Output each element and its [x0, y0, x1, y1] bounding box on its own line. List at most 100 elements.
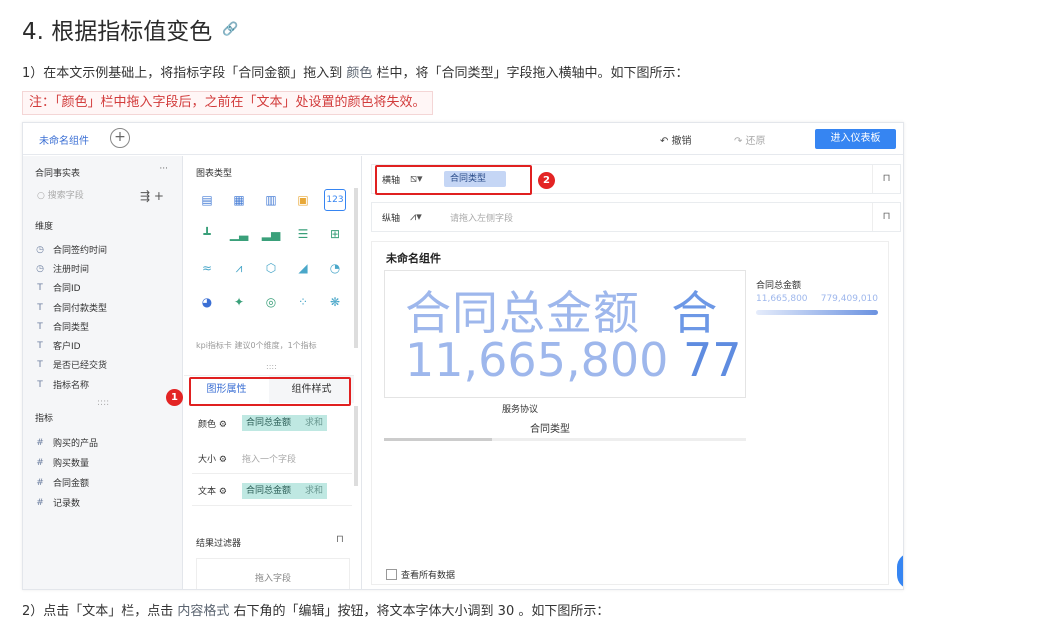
stacked-bar-icon[interactable]: ☰	[292, 223, 314, 245]
range-chart-icon[interactable]: ⊞	[324, 223, 346, 245]
chart-h-scrollbar[interactable]	[384, 438, 746, 441]
resize-handle[interactable]: ::::	[97, 398, 109, 408]
lock-icon[interactable]: ⊓	[336, 534, 344, 545]
color-row[interactable]: 颜色 ⚙ 合同总金额 求和	[192, 412, 352, 434]
lock-icon[interactable]: ⊓	[872, 203, 900, 231]
color-field-pill[interactable]: 合同总金额 求和	[242, 415, 328, 431]
pie-chart-icon[interactable]: ◕	[196, 291, 218, 313]
field-item[interactable]: T 是否已经交货	[35, 358, 107, 372]
field-label: 购买的产品	[53, 439, 99, 449]
checkbox-box[interactable]	[386, 569, 397, 580]
floating-button[interactable]	[897, 553, 903, 589]
donut-chart-icon[interactable]: ◎	[260, 291, 282, 313]
field-label: 记录数	[53, 499, 81, 509]
table-chart-icon[interactable]: ▤	[196, 189, 218, 211]
more-icon[interactable]: ···	[159, 164, 168, 174]
text-type-icon: T	[37, 340, 43, 351]
cross-table-icon[interactable]: ▦	[228, 189, 250, 211]
axis-type-icon[interactable]: ⩘▾	[410, 210, 440, 224]
panel-scrollbar[interactable]	[354, 406, 358, 486]
legend-min: 11,665,800	[756, 294, 808, 304]
y-axis-row[interactable]: 纵轴 ⩘▾ 请拖入左侧字段 ⊓	[371, 202, 901, 232]
x-axis-title: 合同类型	[530, 424, 570, 435]
field-item[interactable]: T 合同付款类型	[35, 301, 108, 315]
bar-chart-icon[interactable]: ┻	[196, 223, 218, 245]
clock-icon: ◷	[36, 263, 44, 274]
warning-note: 注：「颜色」栏中拖入字段后，之前在「文本」处设置的颜色将失效。	[22, 91, 433, 115]
field-item[interactable]: T 合同ID	[35, 281, 81, 295]
view-all-data-checkbox[interactable]: 查看所有数据	[386, 568, 455, 581]
field-item[interactable]: # 记录数	[35, 496, 81, 510]
field-item[interactable]: ◷ 注册时间	[35, 262, 90, 276]
wave-chart-icon[interactable]: ≈	[196, 257, 218, 279]
legend-gradient-bar[interactable]	[756, 310, 878, 315]
p1-highlight: 颜色	[346, 66, 373, 81]
step-badge-1: 1	[166, 389, 183, 406]
size-placeholder: 拖入一个字段	[242, 455, 297, 465]
grouped-column-icon[interactable]: ▂▅	[260, 223, 282, 245]
number-type-icon: #	[36, 497, 44, 508]
text-row[interactable]: 文本 ⚙ 合同总金额 求和	[192, 476, 352, 506]
size-row[interactable]: 大小 ⚙ 拖入一个字段	[192, 444, 352, 474]
field-label: 指标名称	[53, 381, 90, 391]
area-chart-icon[interactable]: ◢	[292, 257, 314, 279]
field-item[interactable]: # 合同金额	[35, 476, 89, 490]
add-field-icon[interactable]: ⇶ +	[140, 189, 164, 203]
column-chart-icon[interactable]: ▁▃	[228, 223, 250, 245]
chart-hint: kpi指标卡 建议0个维度，1个指标	[196, 341, 317, 350]
text-type-icon: T	[37, 282, 43, 293]
gauge-chart-icon[interactable]: ◔	[324, 257, 346, 279]
number-type-icon: #	[36, 437, 44, 448]
field-label: 合同签约时间	[53, 246, 108, 256]
chart-type-title: 图表类型	[196, 169, 233, 179]
text-label: 文本 ⚙	[198, 487, 227, 497]
chart-scrollbar[interactable]	[354, 188, 358, 348]
kpi-plot-area: 合同总金额 合 11,665,800 77	[384, 270, 746, 398]
enter-dashboard-button[interactable]: 进入仪表板	[815, 129, 896, 149]
text-type-icon: T	[37, 359, 43, 370]
metric-header: 指标	[35, 414, 54, 424]
field-label: 购买数量	[53, 459, 90, 469]
p2-text-a: 2）点击「文本」栏，点击	[22, 604, 178, 619]
field-item[interactable]: T 指标名称	[35, 378, 90, 392]
detail-table-icon[interactable]: ▥	[260, 189, 282, 211]
field-item[interactable]: T 客户ID	[35, 339, 81, 353]
p2-highlight: 内容格式	[177, 604, 230, 619]
field-label: 客户ID	[53, 342, 81, 352]
treemap-icon[interactable]: ▣	[292, 189, 314, 211]
add-tab-button[interactable]: +	[110, 128, 130, 148]
checkbox-label: 查看所有数据	[401, 571, 456, 581]
link-icon[interactable]: 🔗	[222, 22, 238, 37]
field-panel: 合同事实表 ··· ○ 搜索字段 ⇶ + 维度 ◷ 合同签约时间 ◷ 注册时间 T合…	[23, 156, 183, 589]
search-input[interactable]: ○ 搜索字段	[33, 186, 133, 206]
field-label: 合同ID	[53, 284, 81, 294]
text-type-icon: T	[37, 379, 43, 390]
step-badge-2: 2	[538, 172, 555, 189]
undo-button[interactable]: ↶ 撤销	[660, 132, 692, 147]
radar-chart-icon[interactable]: ⬡	[260, 257, 282, 279]
component-tab[interactable]: 未命名组件	[39, 132, 89, 147]
number-type-icon: #	[36, 477, 44, 488]
rose-chart-icon[interactable]: ✦	[228, 291, 250, 313]
field-label: 注册时间	[53, 265, 90, 275]
text-type-icon: T	[37, 302, 43, 313]
scatter-chart-icon[interactable]: ⁘	[292, 291, 314, 313]
field-item[interactable]: T 合同类型	[35, 320, 89, 334]
kpi-card-icon[interactable]: 123	[324, 189, 346, 211]
paragraph-2: 2）点击「文本」栏，点击 内容格式 右下角的「编辑」按钮，将文本字体大小调到 3…	[22, 600, 609, 619]
bubble-chart-icon[interactable]: ❋	[324, 291, 346, 313]
kpi-value-text: 11,665,800 77	[405, 333, 742, 387]
component-title[interactable]: 未命名组件	[386, 250, 441, 266]
field-item[interactable]: ◷ 合同签约时间	[35, 243, 108, 257]
line-chart-icon[interactable]: ⩘	[228, 257, 250, 279]
field-label: 合同付款类型	[53, 304, 108, 314]
text-field-pill[interactable]: 合同总金额 求和	[242, 482, 328, 499]
field-item[interactable]: # 购买数量	[35, 456, 90, 470]
redo-button[interactable]: ↷ 还原	[734, 132, 766, 147]
field-item[interactable]: # 购买的产品	[35, 436, 99, 450]
filter-dropzone[interactable]: 拖入字段	[196, 558, 350, 589]
search-placeholder: 搜索字段	[47, 191, 84, 201]
number-type-icon: #	[36, 457, 44, 468]
lock-icon[interactable]: ⊓	[872, 165, 900, 193]
resize-handle[interactable]: ::::	[266, 362, 277, 371]
